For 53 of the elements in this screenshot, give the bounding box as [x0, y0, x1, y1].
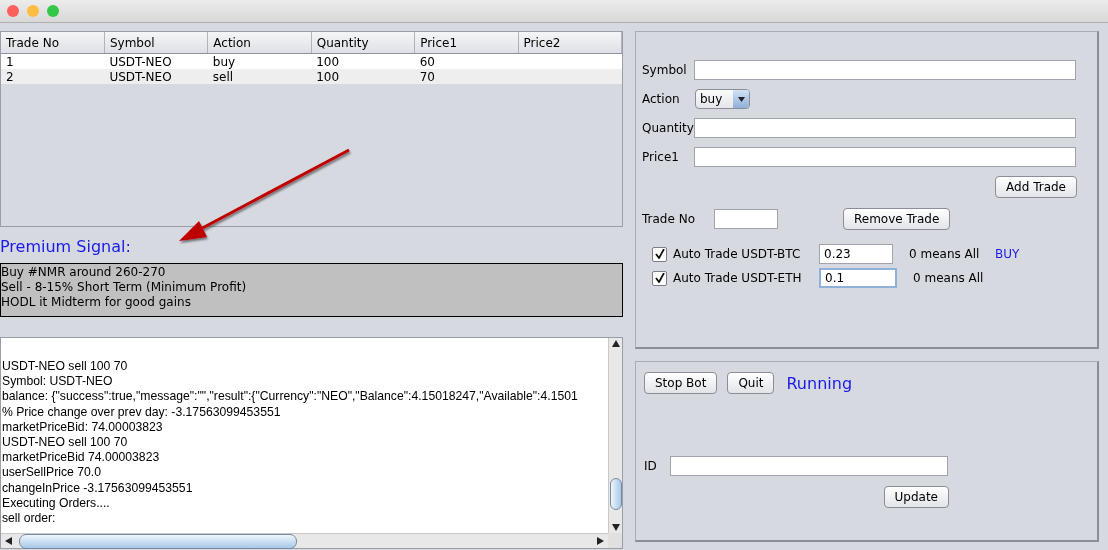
checkbox[interactable]	[652, 270, 667, 286]
status-text: Running	[786, 373, 853, 393]
scroll-thumb[interactable]	[19, 534, 297, 549]
input-field[interactable]: 0.23	[819, 244, 893, 264]
signal-heading: Premium Signal:	[0, 237, 132, 258]
checkbox-label: Auto Trade USDT-BTC	[673, 247, 802, 261]
log-output: USDT-NEO sell 100 70 Symbol: USDT-NEO balance: {"success":true,"message":"","result":{"Currency":"NEO","Balance":4.15018247,"Available":4.1501 % Price change over prev day: -3.17563099453551 marketPriceBid: 74.00003823 USDT-NEO sell 100 70 marketPriceBid 74.00003823 userSellPrice 70.0 changeInPrice -3.17563099453551 Executing Orders.... sell order:	[1, 358, 579, 528]
column-header[interactable]: Action	[207, 32, 312, 54]
signal-text: BUY	[995, 247, 1020, 261]
scroll-right-icon[interactable]	[597, 537, 604, 545]
column-header[interactable]: Price2	[518, 32, 622, 54]
trade-no-label: Trade No	[642, 212, 696, 226]
table-cell: sell	[207, 69, 312, 84]
column-header[interactable]: Trade No	[1, 32, 105, 54]
quantity-label: Quantity	[642, 121, 694, 135]
signal-text: Buy #NMR around 260-270 Sell - 8-15% Short Term (Minimum Profit) HODL it Midterm for good gains	[0, 263, 623, 317]
input-field[interactable]: 0.1	[819, 268, 897, 288]
horizontal-scrollbar[interactable]	[1, 533, 608, 548]
table-cell: 100	[311, 69, 415, 84]
checkbox[interactable]	[652, 246, 667, 262]
remove-trade-button[interactable]: Remove Trade	[843, 208, 951, 230]
checkbox-label: Auto Trade USDT-ETH	[673, 271, 803, 285]
quit-button[interactable]: Quit	[727, 372, 775, 394]
input-field[interactable]	[694, 60, 1076, 80]
id-label: ID	[644, 459, 658, 473]
action-label: Action	[642, 92, 681, 106]
input-field[interactable]	[670, 456, 948, 476]
table-cell: 2	[1, 69, 105, 84]
action-dropdown[interactable]: buy	[695, 89, 750, 109]
add-trade-button[interactable]: Add Trade	[995, 176, 1077, 198]
hint-text: 0 means All	[913, 271, 985, 285]
scrollbar-corner	[608, 533, 622, 548]
close-button[interactable]	[7, 5, 19, 17]
caret-icon	[737, 96, 745, 102]
scroll-left-icon[interactable]	[5, 537, 12, 545]
scroll-up-icon[interactable]	[612, 340, 620, 347]
scroll-thumb[interactable]	[610, 478, 622, 510]
hint-text: 0 means All	[909, 247, 981, 261]
column-header[interactable]: Price1	[414, 32, 519, 54]
zoom-button[interactable]	[47, 5, 59, 17]
table-cell: 70	[414, 69, 519, 84]
update-button[interactable]: Update	[883, 486, 949, 508]
vertical-scrollbar[interactable]	[608, 338, 622, 533]
scroll-down-icon[interactable]	[612, 524, 620, 531]
input-field[interactable]	[714, 209, 778, 229]
table-cell: USDT-NEO	[104, 69, 208, 84]
price-label: Price1	[642, 150, 680, 164]
input-field[interactable]	[694, 118, 1076, 138]
input-field[interactable]	[694, 147, 1076, 167]
stop-bot-button[interactable]: Stop Bot	[644, 372, 718, 394]
column-header[interactable]: Symbol	[104, 32, 208, 54]
symbol-label: Symbol	[642, 63, 688, 77]
column-header[interactable]: Quantity	[311, 32, 415, 54]
